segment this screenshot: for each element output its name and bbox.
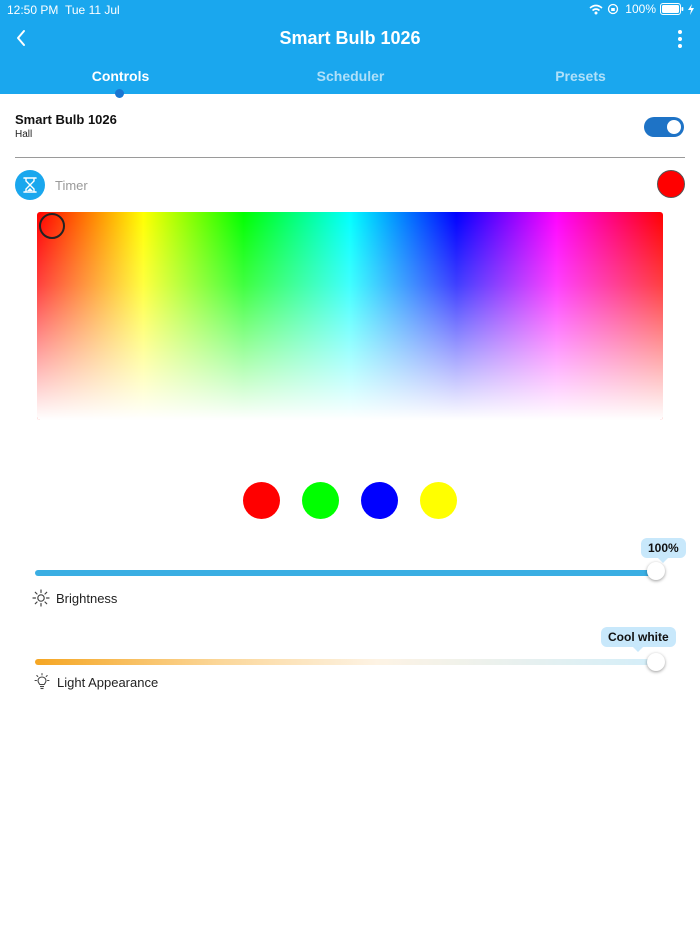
tab-controls[interactable]: Controls [4, 68, 237, 84]
status-bar: 12:50 PM Tue 11 Jul 100% [0, 0, 700, 20]
brightness-label: Brightness [56, 591, 118, 606]
color-picker-cursor[interactable] [39, 213, 65, 239]
device-name: Smart Bulb 1026 [15, 112, 117, 127]
current-color-swatch[interactable] [657, 170, 685, 198]
brightness-slider-track[interactable] [35, 570, 657, 576]
sun-icon [32, 589, 50, 607]
appearance-value-tooltip: Cool white [601, 627, 676, 652]
battery-percent: 100% [625, 2, 656, 16]
status-date: Tue 11 Jul [65, 3, 120, 17]
app-header: 12:50 PM Tue 11 Jul 100% Smart Bulb 1026… [0, 0, 700, 98]
hourglass-icon [23, 177, 37, 193]
bulb-icon [34, 673, 50, 690]
page-title: Smart Bulb 1026 [279, 28, 421, 48]
device-room: Hall [15, 129, 33, 140]
color-preset-blue[interactable] [361, 482, 398, 519]
color-preset-red[interactable] [243, 482, 280, 519]
toggle-knob [667, 120, 681, 134]
saturation-gradient [37, 212, 663, 420]
more-menu-button[interactable] [672, 27, 688, 51]
tab-presets[interactable]: Presets [464, 68, 697, 84]
more-vertical-icon [678, 30, 682, 48]
timer-label: Timer [55, 178, 88, 193]
brightness-value-tooltip: 100% [641, 538, 686, 563]
tab-scheduler[interactable]: Scheduler [234, 68, 467, 84]
battery-icon [660, 3, 684, 15]
status-time: 12:50 PM [7, 3, 59, 17]
brightness-slider-knob[interactable] [647, 562, 665, 580]
rotation-lock-icon [608, 3, 619, 15]
appearance-slider-knob[interactable] [647, 653, 665, 671]
divider [15, 157, 685, 158]
active-tab-indicator [115, 89, 124, 98]
wifi-icon [589, 4, 603, 14]
status-indicators: 100% [589, 2, 694, 16]
color-preset-yellow[interactable] [420, 482, 457, 519]
color-preset-green[interactable] [302, 482, 339, 519]
charging-icon [688, 3, 694, 15]
power-toggle[interactable] [644, 117, 684, 137]
color-picker[interactable] [37, 212, 663, 420]
appearance-slider-track[interactable] [35, 659, 657, 665]
appearance-label: Light Appearance [57, 675, 159, 690]
timer-button[interactable] [15, 170, 45, 200]
